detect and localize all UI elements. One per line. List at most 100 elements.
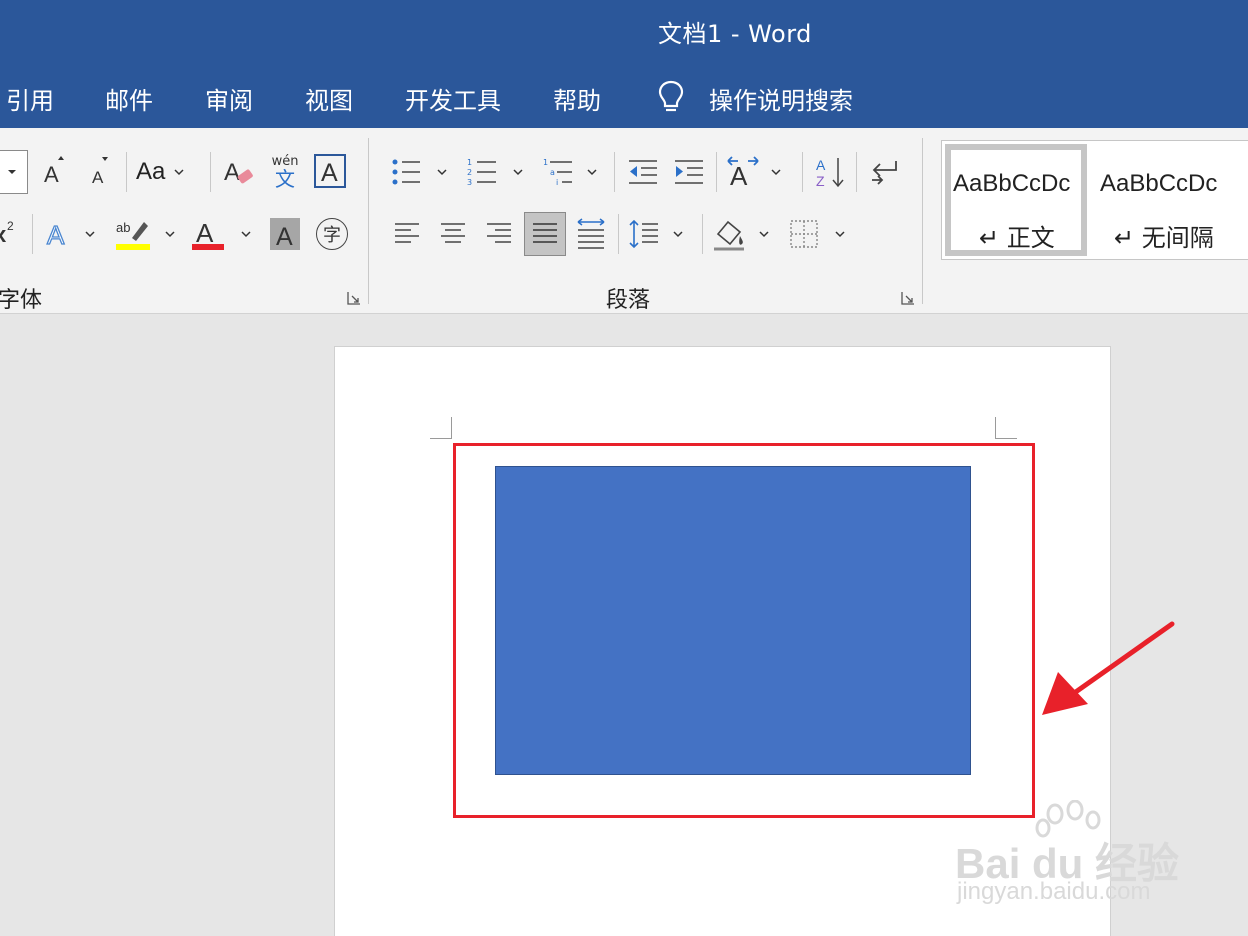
increase-indent-button[interactable]	[670, 152, 708, 192]
arrow-icon	[1042, 621, 1175, 715]
chevron-down-icon	[174, 169, 184, 176]
tab-review[interactable]: 审阅	[205, 81, 253, 116]
svg-text:a: a	[550, 168, 555, 177]
title-bar: 文档1 - Word	[0, 0, 1248, 62]
numbering-icon: 123	[467, 158, 496, 187]
style-sample: AaBbCcDc	[1100, 170, 1218, 197]
crop-mark	[995, 417, 1017, 439]
svg-text:i: i	[556, 178, 558, 187]
highlight-color-button[interactable]: ab	[114, 214, 180, 254]
chevron-down-icon	[759, 231, 769, 238]
enclose-characters-button[interactable]: 字	[316, 218, 348, 250]
separator	[702, 214, 703, 254]
paint-bucket-icon	[714, 220, 744, 251]
svg-text:ab: ab	[116, 220, 130, 235]
numbering-button[interactable]: 123	[466, 152, 530, 192]
line-spacing-icon	[629, 219, 658, 249]
decrease-indent-icon	[629, 160, 657, 184]
increase-indent-icon	[675, 160, 703, 184]
sort-button[interactable]: A Z	[812, 152, 848, 192]
show-formatting-marks-button[interactable]	[866, 152, 902, 192]
change-case-label: Aa	[136, 158, 166, 185]
character-shading-icon: A	[276, 223, 293, 249]
chevron-down-icon	[673, 231, 683, 238]
svg-text:1: 1	[543, 158, 548, 167]
tell-me-search[interactable]: 操作说明搜索	[709, 81, 853, 116]
text-effects-button[interactable]: A	[44, 214, 100, 254]
borders-button[interactable]	[788, 214, 852, 254]
multilevel-list-button[interactable]: 1ai	[542, 152, 602, 192]
enclose-char: 字	[323, 225, 341, 246]
text-effects-icon: A	[46, 219, 65, 250]
separator	[126, 152, 127, 192]
tab-help[interactable]: 帮助	[553, 81, 601, 116]
style-normal[interactable]: AaBbCcDc ↵ 正文	[945, 144, 1087, 256]
font-color-button[interactable]: A	[190, 214, 254, 254]
svg-text:1: 1	[467, 158, 472, 167]
svg-text:2: 2	[467, 168, 472, 177]
clear-formatting-button[interactable]: A	[222, 152, 258, 192]
distributed-button[interactable]	[572, 214, 610, 254]
chevron-down-icon	[437, 169, 447, 176]
separator	[618, 214, 619, 254]
separator	[856, 152, 857, 192]
tab-view[interactable]: 视图	[305, 81, 353, 116]
align-center-button[interactable]	[434, 214, 472, 254]
superscript-button[interactable]: x 2	[0, 214, 20, 250]
bullets-button[interactable]	[390, 152, 454, 192]
line-spacing-button[interactable]	[628, 214, 690, 254]
svg-text:A: A	[196, 218, 214, 248]
dialog-launcher-icon[interactable]	[900, 290, 916, 306]
dialog-launcher-icon[interactable]	[346, 290, 362, 306]
separator	[716, 152, 717, 192]
align-center-icon	[441, 223, 465, 243]
character-border-button[interactable]: A	[314, 154, 346, 188]
font-size-dropdown[interactable]	[0, 150, 28, 194]
tab-references[interactable]: 引用	[6, 81, 54, 116]
align-right-button[interactable]	[480, 214, 518, 254]
shrink-font-button[interactable]: A	[86, 152, 116, 192]
justify-icon	[533, 223, 557, 243]
paragraph-group-label: 段落	[606, 288, 651, 313]
svg-text:Z: Z	[816, 173, 825, 189]
character-shading-button[interactable]: A	[270, 218, 300, 250]
shading-button[interactable]	[712, 214, 776, 254]
justify-button[interactable]	[524, 212, 566, 256]
chevron-down-icon	[85, 231, 95, 238]
svg-text:A: A	[730, 161, 748, 189]
ribbon-tabs: 引用 邮件 审阅 视图 开发工具 帮助	[0, 62, 1248, 128]
svg-text:2: 2	[7, 219, 14, 233]
align-left-button[interactable]	[388, 214, 426, 254]
style-sample: AaBbCcDc	[953, 170, 1071, 197]
superscript-icon: x 2	[0, 219, 14, 247]
lightbulb-icon[interactable]	[656, 79, 686, 115]
change-case-button[interactable]: Aa	[136, 152, 196, 192]
tab-mailings[interactable]: 邮件	[105, 81, 153, 116]
style-no-spacing[interactable]: AaBbCcDc ↵ 无间隔	[1092, 144, 1234, 256]
chevron-down-icon	[835, 231, 845, 238]
svg-text:3: 3	[467, 178, 472, 187]
group-separator	[368, 138, 369, 304]
asian-layout-icon: A	[727, 156, 759, 189]
svg-text:A: A	[44, 162, 59, 187]
highlighter-icon: ab	[116, 220, 150, 250]
borders-icon	[790, 220, 818, 248]
font-color-icon: A	[192, 218, 224, 250]
asian-layout-button[interactable]: A	[726, 152, 788, 192]
align-left-icon	[395, 223, 419, 243]
grow-font-button[interactable]: A	[40, 152, 70, 192]
window-title: 文档1 - Word	[658, 20, 812, 48]
svg-text:A: A	[321, 159, 338, 185]
svg-text:A: A	[276, 223, 293, 249]
clear-formatting-icon: A	[224, 159, 253, 186]
chevron-down-icon	[241, 231, 251, 238]
phonetic-bottom: 文	[275, 167, 295, 191]
group-separator	[922, 138, 923, 304]
highlight-box	[453, 443, 1035, 818]
decrease-indent-button[interactable]	[624, 152, 662, 192]
character-border-icon: A	[321, 159, 338, 185]
phonetic-guide-button[interactable]: wén 文	[268, 152, 302, 192]
tab-developer[interactable]: 开发工具	[405, 81, 501, 116]
watermark-url: jingyan.baidu.com	[957, 878, 1151, 905]
styles-gallery: AaBbCcDc ↵ 正文 AaBbCcDc ↵ 无间隔	[941, 140, 1248, 260]
